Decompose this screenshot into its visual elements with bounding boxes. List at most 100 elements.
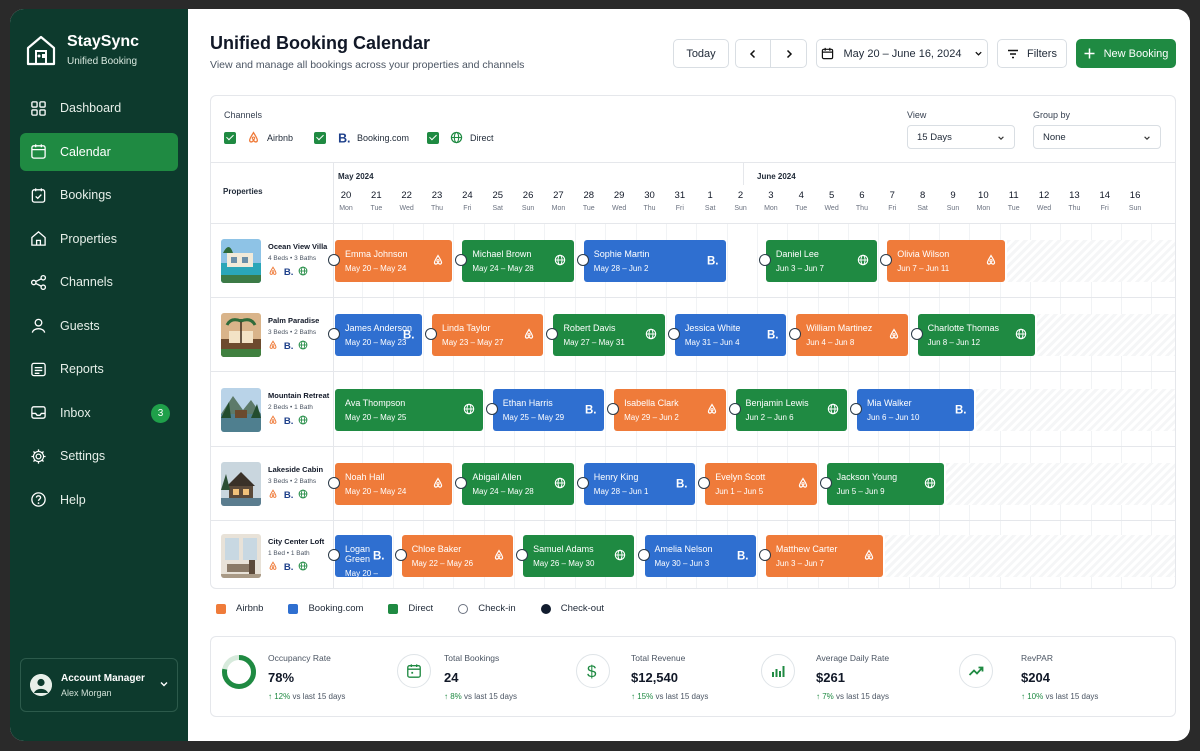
weekday: Thu <box>643 205 656 212</box>
sidebar-item-reports[interactable]: Reports <box>20 350 178 388</box>
checkbox[interactable] <box>224 132 236 144</box>
booking-bar[interactable]: Evelyn Scott Jun 1 – Jun 5 <box>698 463 817 505</box>
checkbox[interactable] <box>427 132 439 144</box>
sidebar-item-calendar[interactable]: Calendar <box>20 132 178 171</box>
today-button[interactable]: Today <box>673 39 729 68</box>
property-info[interactable]: Mountain Retreat 2 Beds • 1 Bath B. <box>221 372 333 446</box>
filters-button[interactable]: Filters <box>997 39 1067 68</box>
weekday: Sun <box>521 205 535 212</box>
booking-bar[interactable]: Noah Hall May 20 – May 24 <box>328 463 453 505</box>
day-number: 20 <box>340 190 352 201</box>
weekday: Mon <box>976 205 991 212</box>
stat-change-value: ↑ 8% <box>444 692 462 701</box>
day-header: 20 Mon <box>332 190 360 212</box>
booking-channel-icon <box>432 253 444 271</box>
view-select[interactable]: 15 Days <box>907 125 1015 149</box>
stat-change-percent: 10% <box>1027 692 1044 701</box>
property-thumbnail <box>221 239 261 283</box>
booking-bar[interactable]: Charlotte Thomas Jun 8 – Jun 12 <box>910 314 1036 356</box>
booking-channel-icon: B. <box>402 327 415 345</box>
sidebar-item-settings[interactable]: Settings <box>20 437 178 475</box>
booking-bar[interactable]: Michael Brown May 24 – May 28 <box>455 240 574 282</box>
weekday: Mon <box>551 205 566 212</box>
building-icon <box>31 231 46 246</box>
channel-filter-booking[interactable]: B. Booking.com <box>314 131 414 145</box>
booking-bar[interactable]: James Anderson May 20 – May 23 B. <box>328 314 423 356</box>
weekday: Fri <box>888 205 897 212</box>
sidebar-item-help[interactable]: Help <box>20 481 178 519</box>
channel-filter-airbnb[interactable]: Airbnb <box>224 131 324 145</box>
booking-bar[interactable]: Olivia Wilson Jun 7 – Jun 11 <box>880 240 1005 282</box>
booking-bar[interactable]: William Martinez Jun 4 – Jun 8 <box>789 314 908 356</box>
booking-bar[interactable]: Benjamin Lewis Jun 2 – Jun 6 <box>728 389 847 431</box>
property-info[interactable]: City Center Loft 1 Bed • 1 Bath B. <box>221 521 333 588</box>
booking-com-icon: B. <box>585 405 597 417</box>
property-info[interactable]: Ocean View Villa 4 Beds • 3 Baths B. <box>221 224 333 297</box>
weekday: Sun <box>1128 205 1142 212</box>
channels-label: Channels <box>224 110 263 120</box>
legend-label: Booking.com <box>308 603 364 614</box>
weekday: Tue <box>795 205 808 212</box>
booking-bar[interactable]: Logan Green May 20 – May 22 B. <box>328 535 392 587</box>
sidebar-item-label: Guests <box>60 318 100 333</box>
property-row: Ocean View Villa 4 Beds • 3 Baths B. Emma J… <box>211 224 1175 298</box>
booking-bar[interactable]: Linda Taylor May 23 – May 27 <box>425 314 544 356</box>
booking-bar[interactable]: Matthew Carter Jun 3 – Jun 7 <box>758 535 884 577</box>
check-in-marker <box>728 403 741 415</box>
sidebar-item-bookings[interactable]: Bookings <box>20 176 178 214</box>
day-number: 25 <box>492 190 504 201</box>
booking-bar[interactable]: Amelia Nelson May 30 – Jun 3 B. <box>637 535 756 577</box>
booking-bar[interactable]: Daniel Lee Jun 3 – Jun 7 <box>758 240 878 282</box>
booking-bar[interactable]: Abigail Allen May 24 – May 28 <box>455 463 574 505</box>
new-booking-button[interactable]: New Booking <box>1076 39 1176 68</box>
booking-bar[interactable]: Sophie Martin May 28 – Jun 2 B. <box>576 240 726 282</box>
page-title: Unified Booking Calendar <box>210 33 431 53</box>
booking-dates: May 20 – May 22 <box>345 569 378 587</box>
booking-bar[interactable]: Chloe Baker May 22 – May 26 <box>394 535 514 577</box>
booking-com-icon: B. <box>737 551 749 563</box>
main-content: Unified Booking Calendar View and manage… <box>188 9 1190 741</box>
booking-bar[interactable]: Samuel Adams May 26 – May 30 <box>516 535 635 577</box>
property-name: Ocean View Villa <box>268 242 328 251</box>
globe-icon <box>298 266 308 276</box>
sidebar-item-label: Properties <box>60 231 117 246</box>
day-number: 9 <box>950 190 956 201</box>
day-header: 6 Thu <box>848 190 876 212</box>
sidebar-item-guests[interactable]: Guests <box>20 307 178 345</box>
weekday: Wed <box>612 205 627 212</box>
trend-up-icon <box>968 666 984 676</box>
unavailable-area <box>976 389 1175 431</box>
date-range-picker[interactable]: May 20 – June 16, 2024 <box>816 39 988 68</box>
booking-channel-icon <box>614 548 626 566</box>
day-number: 16 <box>1129 190 1141 201</box>
checkbox[interactable] <box>314 132 326 144</box>
booking-bar[interactable]: Ava Thompson May 20 – May 25 <box>335 389 483 431</box>
booking-bar[interactable]: Robert Davis May 27 – May 31 <box>546 314 665 356</box>
prev-button[interactable] <box>736 40 772 67</box>
booking-bar[interactable]: Mia Walker Jun 6 – Jun 10 B. <box>849 389 975 431</box>
property-info[interactable]: Palm Paradise 3 Beds • 2 Baths B. <box>221 298 333 371</box>
account-menu[interactable]: Account Manager Alex Morgan <box>20 658 178 712</box>
booking-bar[interactable]: Jackson Young Jun 5 – Jun 9 <box>819 463 944 505</box>
day-number: 3 <box>768 190 774 201</box>
booking-bar[interactable]: Emma Johnson May 20 – May 24 <box>328 240 453 282</box>
sidebar-item-inbox[interactable]: Inbox 3 <box>20 394 178 432</box>
legend-swatch <box>388 603 399 614</box>
booking-bar[interactable]: Isabella Clark May 29 – Jun 2 <box>607 389 726 431</box>
booking-bar[interactable]: Henry King May 28 – Jun 1 B. <box>576 463 696 505</box>
next-button[interactable] <box>771 40 806 67</box>
day-header: 10 Mon <box>969 190 997 212</box>
stat-revpar: RevPAR $204 ↑ 10% vs last 15 days <box>959 637 1139 716</box>
sidebar-item-properties[interactable]: Properties <box>20 220 178 258</box>
airbnb-icon <box>525 328 534 339</box>
sidebar-item-channels[interactable]: Channels <box>20 263 178 301</box>
stat-change: ↑ 12% vs last 15 days <box>268 692 345 701</box>
sidebar-item-dashboard[interactable]: Dashboard <box>20 89 178 127</box>
property-info[interactable]: Lakeside Cabin 3 Beds • 2 Baths B. <box>221 447 333 520</box>
booking-bar[interactable]: Ethan Harris May 25 – May 29 B. <box>485 389 605 431</box>
group-by-select[interactable]: None <box>1033 125 1161 149</box>
booking-icon <box>31 187 46 203</box>
booking-bar[interactable]: Jessica White May 31 – Jun 4 B. <box>667 314 787 356</box>
channel-filter-direct[interactable]: Direct <box>427 131 527 145</box>
check-in-marker <box>607 403 620 415</box>
